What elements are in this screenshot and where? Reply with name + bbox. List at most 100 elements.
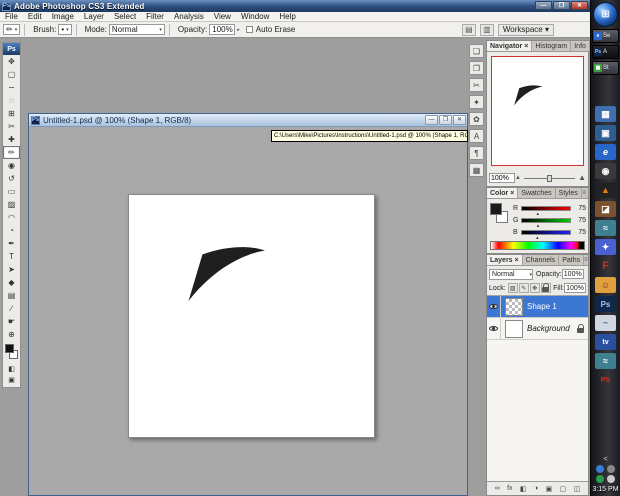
type-tool[interactable]: T [3, 250, 20, 263]
menu-filter[interactable]: Filter [141, 12, 169, 22]
blend-mode-select[interactable]: Normal▾ [489, 269, 533, 280]
lock-all-icon[interactable] [541, 283, 551, 293]
shape-tool[interactable]: ◆ [3, 276, 20, 289]
title-bar[interactable]: Ps Adobe Photoshop CS3 Extended — ❐ ✕ [0, 0, 590, 12]
menu-image[interactable]: Image [47, 12, 79, 22]
menu-view[interactable]: View [209, 12, 236, 22]
bird-icon[interactable]: ~ [595, 315, 616, 331]
photoshop-icon[interactable]: Ps [595, 296, 616, 312]
lock-position-icon[interactable]: ✥ [530, 283, 540, 293]
photo-gallery-icon[interactable]: ▣ [595, 125, 616, 141]
waves-icon[interactable]: ≈ [595, 220, 616, 236]
menu-select[interactable]: Select [109, 12, 141, 22]
layer-row-background[interactable]: Background [487, 318, 588, 340]
lasso-tool[interactable]: ∽ [3, 81, 20, 94]
taskbar-window-button[interactable]: ▦ St [592, 61, 619, 75]
dock-panel-icon[interactable]: ❏ [469, 44, 484, 58]
tab-info[interactable]: Info [571, 41, 590, 51]
panel-menu-icon[interactable]: ≡ [582, 188, 588, 198]
media-player-icon[interactable]: ◉ [595, 163, 616, 179]
tray-icon[interactable] [596, 465, 604, 473]
layer-opacity-input[interactable]: 100% [562, 269, 584, 279]
screen-mode-button[interactable]: ▣ [3, 374, 20, 385]
layer-row-shape1[interactable]: Shape 1 [487, 296, 588, 318]
firefox-f-icon[interactable]: F [595, 258, 616, 274]
eyedropper-tool[interactable]: ∕ [3, 302, 20, 315]
mode-select[interactable]: Normal ▾ [109, 24, 165, 35]
green-value[interactable]: 75 [574, 217, 586, 224]
close-button[interactable]: ✕ [571, 1, 588, 10]
menu-help[interactable]: Help [274, 12, 300, 22]
bridge-icon[interactable]: ▥ [480, 24, 494, 36]
lock-pixels-icon[interactable]: ✎ [519, 283, 529, 293]
visibility-toggle[interactable] [487, 318, 501, 340]
maximize-button[interactable]: ❐ [553, 1, 570, 10]
red-value[interactable]: 75 [574, 205, 586, 212]
fill-input[interactable]: 100% [564, 283, 586, 293]
tab-channels[interactable]: Channels [523, 255, 560, 265]
doc-close-button[interactable]: ✕ [453, 115, 466, 125]
taskbar-window-button[interactable]: e Se [592, 29, 619, 43]
lock-transparency-icon[interactable]: ▨ [508, 283, 518, 293]
move-tool[interactable]: ✥ [3, 55, 20, 68]
new-layer-icon[interactable]: ▢ [560, 485, 567, 493]
layer-group-icon[interactable]: ▣ [546, 485, 553, 493]
layer-name[interactable]: Background [527, 324, 570, 333]
menu-window[interactable]: Window [236, 12, 274, 22]
auto-erase-checkbox[interactable] [246, 26, 253, 33]
dock-panel-icon[interactable]: ▦ [469, 163, 484, 177]
tab-histogram[interactable]: Histogram [532, 41, 571, 51]
palette-well-icon[interactable]: ▤ [462, 24, 476, 36]
navigator-zoom-slider[interactable] [524, 173, 575, 183]
blue-value[interactable]: 75 [574, 229, 586, 236]
quick-mask-button[interactable]: ◧ [3, 363, 20, 374]
dodge-tool[interactable]: ◔ [3, 224, 20, 237]
pencil-tool[interactable]: ✏ [3, 146, 20, 159]
opacity-slider-arrow-icon[interactable]: ▸ [237, 27, 240, 33]
layer-style-icon[interactable]: fx [507, 485, 512, 492]
menu-file[interactable]: File [0, 12, 23, 22]
foreground-color-swatch[interactable] [5, 344, 14, 353]
layer-mask-icon[interactable]: ◧ [520, 485, 527, 493]
taskbar-window-button-active[interactable]: Ps A [592, 45, 619, 59]
layer-thumbnail[interactable] [505, 320, 523, 338]
paint-icon[interactable]: ◪ [595, 201, 616, 217]
menu-analysis[interactable]: Analysis [169, 12, 209, 22]
slider-thumb[interactable] [547, 175, 552, 182]
layer-thumbnail[interactable] [505, 298, 523, 316]
vlc-icon[interactable]: ▲ [595, 182, 616, 198]
document-title-bar[interactable]: Ps Untitled-1.psd @ 100% (Shape 1, RGB/8… [29, 114, 467, 127]
waves-icon[interactable]: ≈ [595, 353, 616, 369]
blue-slider[interactable]: ▴ [521, 230, 571, 235]
marquee-tool[interactable]: ▢ [3, 68, 20, 81]
adjustment-layer-icon[interactable]: ◑ [534, 485, 538, 492]
notes-tool[interactable]: ▤ [3, 289, 20, 302]
tab-color[interactable]: Color × [487, 188, 518, 198]
foreground-color-swatch[interactable] [490, 203, 502, 215]
green-slider[interactable]: ▴ [521, 218, 571, 223]
network-icon[interactable] [596, 475, 604, 483]
internet-explorer-icon[interactable]: e [595, 144, 616, 160]
volume-icon[interactable] [607, 475, 615, 483]
healing-brush-tool[interactable]: ✚ [3, 133, 20, 146]
menu-layer[interactable]: Layer [79, 12, 109, 22]
workspace-button[interactable]: Workspace ▾ [498, 24, 554, 36]
menu-edit[interactable]: Edit [23, 12, 47, 22]
slice-tool[interactable]: ✂ [3, 120, 20, 133]
tool-preset-picker[interactable]: ✏ ▾ [3, 24, 20, 35]
tab-navigator[interactable]: Navigator × [487, 41, 532, 51]
start-button[interactable]: ⊞ [593, 2, 618, 27]
minimize-button[interactable]: — [535, 1, 552, 10]
dock-panel-icon[interactable]: ✿ [469, 112, 484, 126]
quick-selection-tool[interactable]: ◌ [3, 94, 20, 107]
blur-tool[interactable]: ◠ [3, 211, 20, 224]
color-swatch-widget[interactable] [3, 343, 20, 363]
visibility-toggle[interactable] [487, 296, 501, 318]
mario-icon[interactable]: ☺ [595, 277, 616, 293]
tab-swatches[interactable]: Swatches [518, 188, 555, 198]
path-selection-tool[interactable]: ➤ [3, 263, 20, 276]
zoom-tool[interactable]: ⊕ [3, 328, 20, 341]
opacity-input[interactable]: 100% [209, 24, 235, 35]
color-spectrum-ramp[interactable] [490, 241, 585, 250]
dock-panel-icon[interactable]: ✦ [469, 95, 484, 109]
